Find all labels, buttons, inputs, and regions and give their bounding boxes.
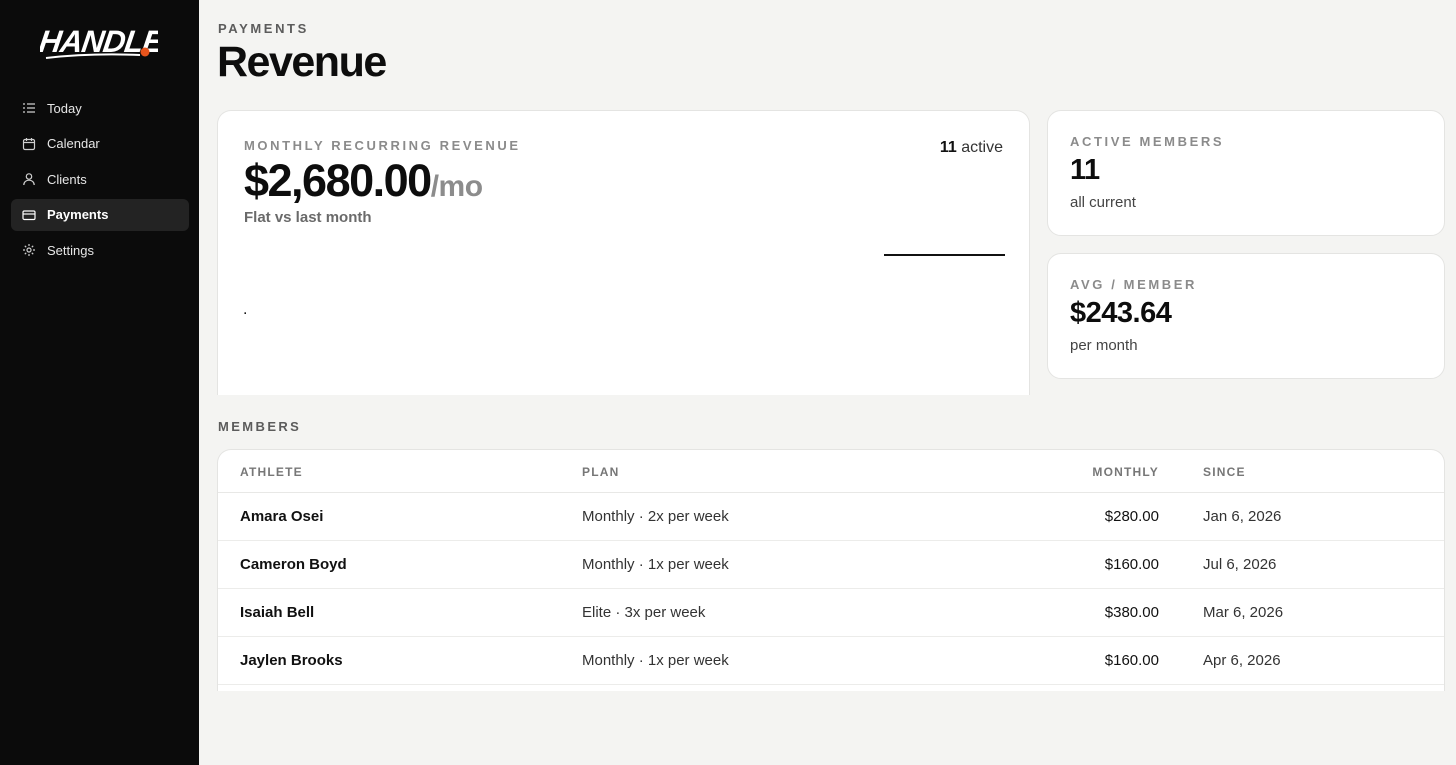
sidebar-item-label: Payments — [47, 207, 109, 222]
handles-logo[interactable]: HANDLES — [37, 22, 186, 66]
plan-cell: Monthly · 1x per week — [582, 652, 729, 669]
user-icon — [22, 172, 36, 186]
avg-member-value: $243.64 — [1070, 297, 1172, 329]
athlete-name: Amara Osei — [240, 508, 324, 525]
athlete-name: Isaiah Bell — [240, 604, 315, 621]
plan-cell: Elite · 3x per week — [582, 604, 706, 621]
active-count: 11 active — [940, 139, 1003, 157]
monthly-cell: $160.00 — [1104, 556, 1159, 573]
sidebar-item-payments[interactable]: Payments — [11, 198, 189, 231]
avg-member-card: AVG / MEMBER $243.64 per month — [1047, 253, 1445, 379]
athlete-name: Cameron Boyd — [240, 556, 347, 573]
table-header: ATHLETE PLAN MONTHLY SINCE — [218, 450, 1444, 493]
since-cell: Apr 6, 2026 — [1203, 652, 1281, 669]
mrr-card: MONTHLY RECURRING REVENUE $2,680.00/mo F… — [217, 110, 1030, 395]
mrr-trend: Flat vs last month — [244, 209, 372, 226]
sidebar-nav: Today Calendar Clients Payments Settings — [11, 92, 189, 270]
active-members-value: 11 — [1070, 154, 1100, 186]
mrr-dot: . — [243, 301, 248, 318]
sidebar-item-calendar[interactable]: Calendar — [11, 128, 189, 160]
sidebar-item-label: Calendar — [47, 136, 100, 151]
table-row[interactable]: Cameron Boyd Monthly · 1x per week $160.… — [218, 541, 1444, 589]
page-title: Revenue — [217, 38, 387, 86]
sidebar-item-label: Today — [47, 100, 82, 116]
mrr-eyebrow: MONTHLY RECURRING REVENUE — [244, 138, 521, 153]
plan-cell: Monthly · 1x per week — [582, 556, 729, 573]
since-cell: Mar 6, 2026 — [1203, 604, 1284, 621]
active-members-card: ACTIVE MEMBERS 11 all current — [1047, 110, 1445, 236]
sidebar-item-today[interactable]: Today — [11, 92, 189, 124]
monthly-cell: $380.00 — [1104, 604, 1159, 621]
since-cell: Jan 6, 2026 — [1203, 508, 1282, 525]
mrr-value-line: $2,680.00/mo — [244, 155, 483, 207]
active-members-sub: all current — [1070, 194, 1136, 211]
members-table: ATHLETE PLAN MONTHLY SINCE Amara Osei Mo… — [217, 449, 1445, 691]
athlete-name: Jaylen Brooks — [240, 652, 343, 669]
since-cell: Jul 6, 2026 — [1203, 556, 1277, 573]
column-header-athlete[interactable]: ATHLETE — [240, 465, 303, 479]
avg-member-sub: per month — [1070, 337, 1138, 354]
members-section-label: MEMBERS — [218, 419, 302, 434]
sidebar-item-clients[interactable]: Clients — [11, 163, 189, 195]
list-icon — [22, 101, 36, 115]
page-eyebrow: PAYMENTS — [218, 21, 309, 36]
sidebar-item-label: Clients — [47, 171, 87, 187]
plan-cell: Monthly · 2x per week — [582, 508, 729, 525]
table-row[interactable]: Jaylen Brooks Monthly · 1x per week $160… — [218, 637, 1444, 685]
column-header-since[interactable]: SINCE — [1203, 465, 1246, 479]
table-row[interactable]: Isaiah Bell Elite · 3x per week $380.00 … — [218, 589, 1444, 637]
table-row[interactable]: Amara Osei Monthly · 2x per week $280.00… — [218, 493, 1444, 541]
mrr-unit: /mo — [430, 170, 483, 203]
active-count-value: 11 — [939, 139, 957, 156]
calendar-icon — [22, 137, 36, 151]
mrr-sparkline — [884, 254, 1005, 256]
active-members-eyebrow: ACTIVE MEMBERS — [1070, 134, 1225, 149]
column-header-monthly[interactable]: MONTHLY — [1092, 465, 1159, 479]
mrr-value: $2,680.00 — [244, 155, 432, 206]
monthly-cell: $280.00 — [1104, 508, 1159, 525]
sidebar-item-label: Settings — [47, 242, 94, 258]
column-header-plan[interactable]: PLAN — [582, 465, 619, 479]
sidebar-item-settings[interactable]: Settings — [11, 234, 189, 266]
avg-member-eyebrow: AVG / MEMBER — [1070, 277, 1198, 292]
monthly-cell: $160.00 — [1104, 652, 1159, 669]
active-count-label: active — [961, 139, 1003, 156]
card-icon — [22, 208, 36, 222]
gear-icon — [22, 243, 36, 257]
sidebar: HANDLES Today Calendar Clients Payments … — [0, 0, 199, 765]
